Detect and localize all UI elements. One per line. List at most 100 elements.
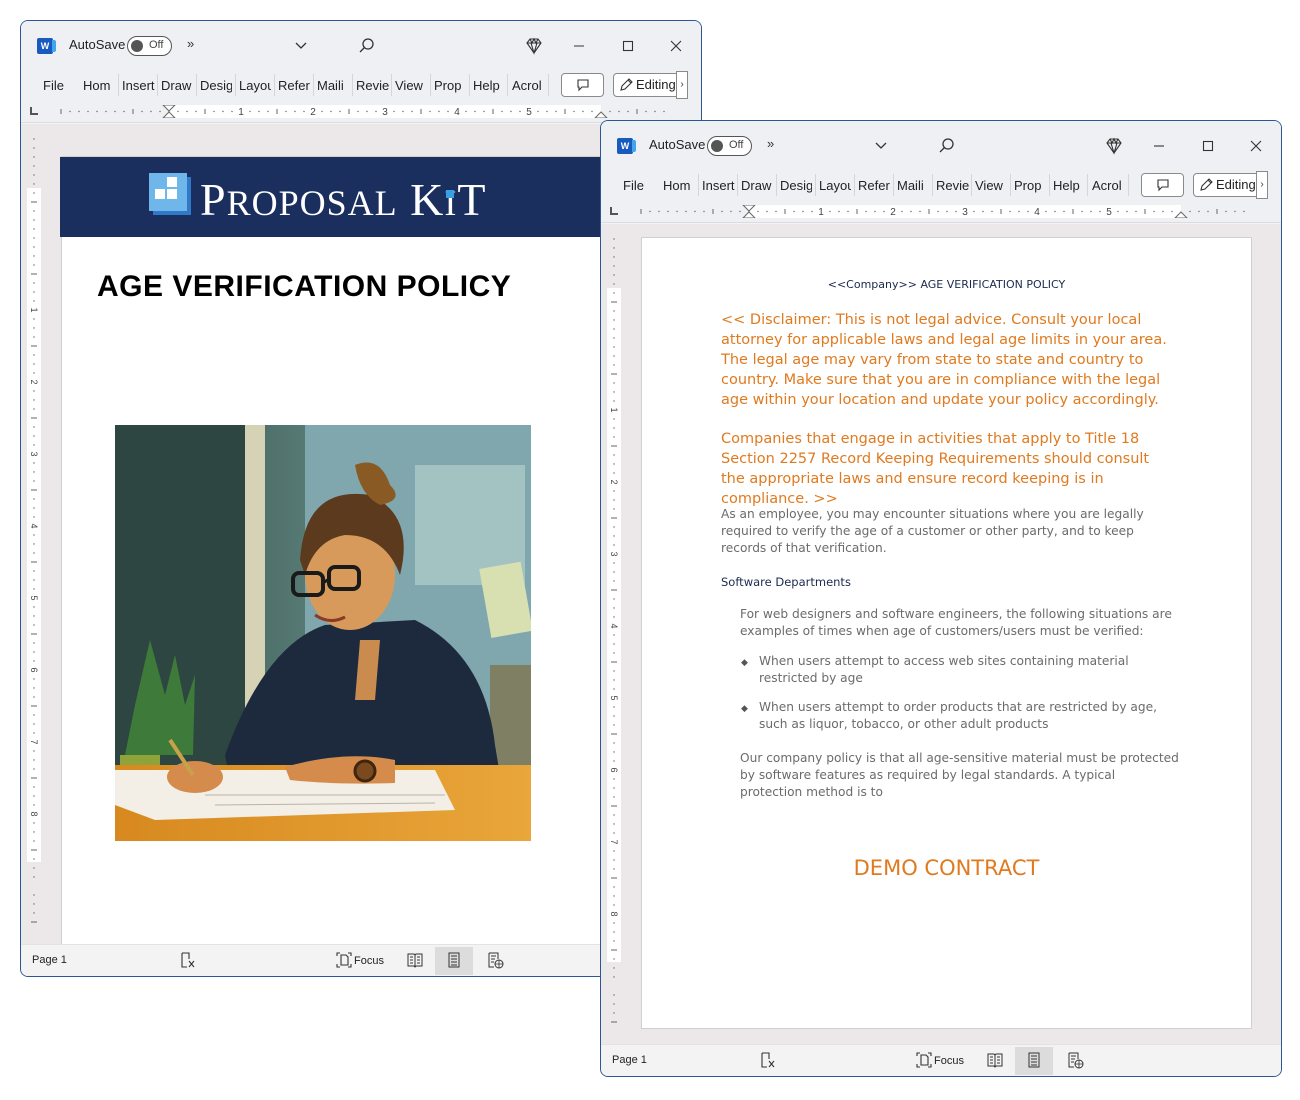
- web-layout-icon[interactable]: [1066, 1051, 1084, 1069]
- print-layout-icon[interactable]: [445, 951, 463, 969]
- ruler-dot: [613, 598, 615, 600]
- focus-label[interactable]: Focus: [354, 951, 384, 971]
- ruler-number: 1: [238, 107, 244, 118]
- vertical-ruler[interactable]: 1 2 3 4 5 6 7 8: [607, 232, 621, 1032]
- ruler-dot: [613, 256, 615, 258]
- tab-layout[interactable]: Layou: [819, 177, 851, 195]
- read-mode-icon[interactable]: [406, 951, 424, 969]
- search-icon[interactable]: [355, 35, 377, 57]
- ruler-dot: [33, 336, 35, 338]
- ruler-dot: [1009, 210, 1011, 213]
- comments-button[interactable]: [1141, 173, 1184, 197]
- ruler-dot: [613, 742, 615, 744]
- tab-mailings[interactable]: Maili: [317, 77, 349, 95]
- accessibility-check-icon[interactable]: [759, 1051, 777, 1069]
- ruler-dot: [33, 903, 35, 905]
- tab-layout[interactable]: Layou: [239, 77, 271, 95]
- tab-separator: [971, 174, 972, 196]
- document-page[interactable]: <<Company>> AGE VERIFICATION POLICY << D…: [641, 237, 1252, 1029]
- ruler-dot: [402, 110, 404, 113]
- ruler-dot: [613, 868, 615, 870]
- tab-design[interactable]: Desig: [780, 177, 812, 195]
- more-commands-icon[interactable]: »: [767, 136, 774, 151]
- tab-file[interactable]: File: [43, 77, 67, 95]
- print-layout-icon[interactable]: [1025, 1051, 1043, 1069]
- tab-separator: [196, 74, 197, 96]
- chevron-down-icon[interactable]: [874, 139, 888, 153]
- tab-references[interactable]: Refer: [278, 77, 311, 95]
- ruler-dot: [1243, 210, 1245, 213]
- chevron-down-icon[interactable]: [294, 39, 308, 53]
- ruler-dot: [33, 732, 35, 734]
- web-layout-icon[interactable]: [486, 951, 504, 969]
- horizontal-ruler[interactable]: 1 2 3 4 5: [635, 205, 1265, 218]
- close-icon[interactable]: [1241, 134, 1271, 158]
- ruler-dot: [438, 110, 440, 113]
- ruler-dot: [991, 210, 993, 213]
- tab-references[interactable]: Refer: [858, 177, 891, 195]
- autosave-label: AutoSave: [649, 137, 706, 152]
- editing-dropdown-chevron-icon[interactable]: ›: [676, 71, 688, 99]
- tab-draw[interactable]: Draw: [741, 177, 775, 195]
- ruler-dot: [613, 796, 615, 798]
- minimize-icon[interactable]: [1144, 134, 1174, 158]
- ruler-dot: [33, 462, 35, 464]
- ruler-dot: [267, 110, 269, 113]
- tab-stop-selector-icon[interactable]: [610, 207, 618, 215]
- tab-review[interactable]: Revie: [936, 177, 969, 195]
- tab-draw[interactable]: Draw: [161, 77, 195, 95]
- tab-view[interactable]: View: [975, 177, 1007, 195]
- maximize-icon[interactable]: [613, 34, 643, 58]
- tab-acrobat[interactable]: Acrol: [1092, 177, 1124, 195]
- tab-properties[interactable]: Prop: [1014, 177, 1046, 195]
- ruler-dot: [613, 562, 615, 564]
- ruler-dot: [33, 435, 35, 437]
- more-commands-icon[interactable]: »: [187, 36, 194, 51]
- tab-home[interactable]: Hom: [83, 77, 115, 95]
- ruler-dot: [703, 210, 705, 213]
- read-mode-icon[interactable]: [986, 1051, 1004, 1069]
- tab-help[interactable]: Help: [473, 77, 503, 95]
- focus-mode-icon[interactable]: [335, 951, 353, 969]
- focus-mode-icon[interactable]: [915, 1051, 933, 1069]
- page-number[interactable]: Page 1: [32, 954, 67, 966]
- accessibility-check-icon[interactable]: [179, 951, 197, 969]
- search-icon[interactable]: [935, 135, 957, 157]
- premium-diamond-icon[interactable]: [524, 36, 544, 56]
- tab-insert[interactable]: Insert: [122, 77, 155, 95]
- tab-view[interactable]: View: [395, 77, 427, 95]
- tab-design[interactable]: Desig: [200, 77, 232, 95]
- ruler-dot: [901, 210, 903, 213]
- autosave-toggle[interactable]: Off: [707, 136, 752, 156]
- tab-mailings[interactable]: Maili: [897, 177, 929, 195]
- tab-review[interactable]: Revie: [356, 77, 389, 95]
- ruler-dot: [730, 210, 732, 213]
- section-heading: Software Departments: [721, 575, 851, 589]
- focus-label[interactable]: Focus: [934, 1051, 964, 1071]
- tab-file[interactable]: File: [623, 177, 647, 195]
- vertical-ruler[interactable]: 1 2 3 4 5 6 7 8: [27, 132, 41, 932]
- maximize-icon[interactable]: [1193, 134, 1223, 158]
- tab-properties[interactable]: Prop: [434, 77, 466, 95]
- page-number[interactable]: Page 1: [612, 1054, 647, 1066]
- tab-separator: [235, 74, 236, 96]
- tab-acrobat[interactable]: Acrol: [512, 77, 544, 95]
- ruler-dot: [613, 688, 615, 690]
- minimize-icon[interactable]: [564, 34, 594, 58]
- ruler-dot: [613, 850, 615, 852]
- tab-home[interactable]: Hom: [663, 177, 695, 195]
- pencil-icon: [620, 78, 633, 91]
- tab-stop-selector-icon[interactable]: [30, 107, 38, 115]
- premium-diamond-icon[interactable]: [1104, 136, 1124, 156]
- tab-help[interactable]: Help: [1053, 177, 1083, 195]
- autosave-toggle[interactable]: Off: [127, 36, 172, 56]
- comments-button[interactable]: [561, 73, 604, 97]
- editing-dropdown-chevron-icon[interactable]: ›: [1256, 171, 1268, 199]
- ruler-dot: [618, 110, 620, 113]
- tab-insert[interactable]: Insert: [702, 177, 735, 195]
- ruler-dot: [613, 994, 615, 996]
- ruler-dot: [721, 210, 723, 213]
- horizontal-ruler[interactable]: 1 2 3 4 5: [55, 105, 685, 118]
- ruler-number: 6: [609, 767, 619, 772]
- close-icon[interactable]: [661, 34, 691, 58]
